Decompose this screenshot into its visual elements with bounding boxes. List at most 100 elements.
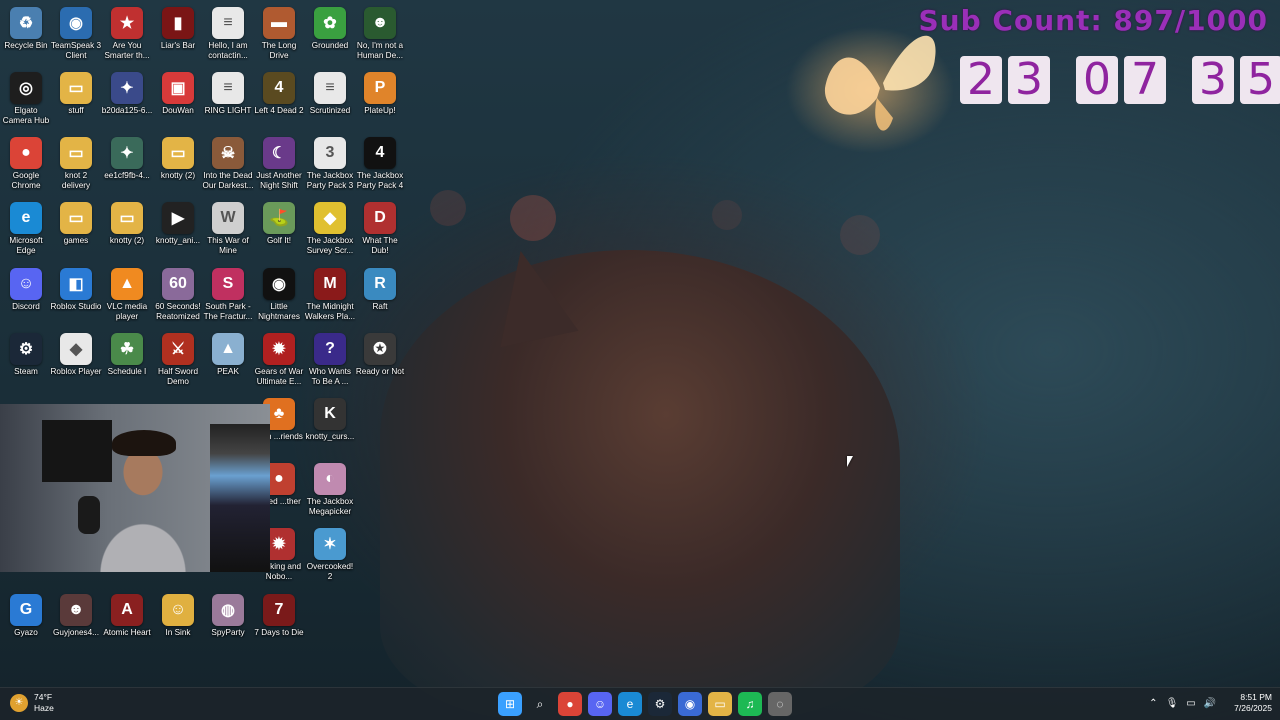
desktop-icon[interactable]: ⛳ Golf It!	[253, 199, 305, 263]
game-icon: ☻	[364, 7, 396, 39]
desktop-icon[interactable]: ☺ In Sink	[152, 591, 204, 655]
desktop-icon[interactable]: ⚔ Half Sword Demo	[152, 330, 204, 394]
start-button[interactable]: ⊞	[498, 692, 522, 716]
desktop-icon[interactable]: ▲ VLC media player	[101, 265, 153, 329]
game-icon: ▮	[162, 7, 194, 39]
edge-icon[interactable]: e	[618, 692, 642, 716]
desktop-icon[interactable]: G Gyazo	[0, 591, 52, 655]
desktop-icon[interactable]: ≡ Scrutinized	[304, 69, 356, 133]
desktop-icon-label: Atomic Heart	[103, 628, 151, 637]
desktop-icon[interactable]: ◧ Roblox Studio	[50, 265, 102, 329]
weather-widget[interactable]: ☀ 74°F Haze	[10, 692, 54, 714]
desktop-icon-label: Schedule I	[107, 367, 147, 376]
desktop-icon[interactable]: M The Midnight Walkers Pla...	[304, 265, 356, 329]
desktop-icon[interactable]: ☺ Discord	[0, 265, 52, 329]
clock-date: 7/26/2025	[1234, 703, 1272, 713]
desktop-icon[interactable]: ♻ Recycle Bin	[0, 4, 52, 68]
desktop-icon[interactable]: ✦ ee1cf9fb-4...	[101, 134, 153, 198]
desktop-icon[interactable]: S South Park - The Fractur...	[202, 265, 254, 329]
desktop-icon-label: The Long Drive	[261, 41, 297, 60]
desktop-icon[interactable]: ▭ knot 2 delivery	[50, 134, 102, 198]
desktop-icon[interactable]: A Atomic Heart	[101, 591, 153, 655]
desktop-icon[interactable]: ☾ Just Another Night Shift	[253, 134, 305, 198]
image-icon: K	[314, 398, 346, 430]
desktop-icon[interactable]: ▭ stuff	[50, 69, 102, 133]
desktop-icon[interactable]: ☻ Guyjones4...	[50, 591, 102, 655]
desktop-icon[interactable]: ▭ knotty (2)	[152, 134, 204, 198]
desktop-icon-label: Hello, I am contactin...	[208, 41, 248, 60]
desktop-icon[interactable]: ◎ Elgato Camera Hub	[0, 69, 52, 133]
desktop-icon[interactable]: ◉ TeamSpeak 3 Client	[50, 4, 102, 68]
desktop-icon[interactable]: ⚙ Steam	[0, 330, 52, 394]
desktop-icon[interactable]: 4 The Jackbox Party Pack 4	[354, 134, 406, 198]
desktop-icon[interactable]: Kknotty_curs...	[304, 395, 356, 459]
desktop-icon[interactable]: ? Who Wants To Be A ...	[304, 330, 356, 394]
desktop-icon-label: 60 Seconds! Reatomized	[155, 302, 201, 321]
desktop-icon[interactable]: ≡ RING LIGHT	[202, 69, 254, 133]
desktop-icon-label: knotty_curs...	[305, 432, 355, 441]
desktop-icon[interactable]: ▭ games	[50, 199, 102, 263]
steam-icon[interactable]: ⚙	[648, 692, 672, 716]
timer-digit: 3	[1192, 56, 1234, 104]
desktop-icon[interactable]: 60 60 Seconds! Reatomized	[152, 265, 204, 329]
chrome-icon[interactable]: ●	[558, 692, 582, 716]
desktop-icon[interactable]: ◐ The Jackbox Megapicker	[304, 460, 356, 524]
desktop-icon[interactable]: ▬ The Long Drive	[253, 4, 305, 68]
network-icon[interactable]: ▭	[1186, 698, 1195, 709]
microphone-icon[interactable]: 🎙	[1166, 698, 1179, 709]
desktop-icon[interactable]: ▮ Liar's Bar	[152, 4, 204, 68]
desktop-icon[interactable]: ✪ Ready or Not	[354, 330, 406, 394]
desktop-icon-label: What The Dub!	[362, 236, 398, 255]
desktop-icon[interactable]: ◍ SpyParty	[202, 591, 254, 655]
chevron-up-icon[interactable]: ⌃	[1149, 698, 1157, 709]
desktop-icon[interactable]: ☠ Into the Dead Our Darkest...	[202, 134, 254, 198]
desktop-icon[interactable]: ≡ Hello, I am contactin...	[202, 4, 254, 68]
desktop-icon[interactable]: e Microsoft Edge	[0, 199, 52, 263]
discord-icon: ☺	[10, 268, 42, 300]
app-icon[interactable]: ◉	[678, 692, 702, 716]
desktop-icon[interactable]: ☘ Schedule I	[101, 330, 153, 394]
desktop-icon[interactable]: ▲ PEAK	[202, 330, 254, 394]
desktop-icon[interactable]: ▭ knotty (2)	[101, 199, 153, 263]
volume-icon[interactable]: 🔊	[1204, 698, 1216, 709]
search-icon[interactable]: ⌕	[528, 692, 552, 716]
timer-digit: 0	[1076, 56, 1118, 104]
desktop-icon-label: South Park - The Fractur...	[203, 302, 253, 321]
desktop-icon[interactable]: 7 7 Days to Die	[253, 591, 305, 655]
vlc-icon: ▲	[111, 268, 143, 300]
desktop-icon[interactable]: W This War of Mine	[202, 199, 254, 263]
desktop-icon[interactable]: ◆ Roblox Player	[50, 330, 102, 394]
desktop-icon[interactable]: R Raft	[354, 265, 406, 329]
desktop-icon[interactable]: 3 The Jackbox Party Pack 3	[304, 134, 356, 198]
system-tray: ⌃ 🎙 ▭ 🔊 8:51 PM 7/26/2025	[1149, 692, 1272, 714]
desktop-icon[interactable]: ◉ Little Nightmares	[253, 265, 305, 329]
desktop-icon[interactable]: ✿ Grounded	[304, 4, 356, 68]
app-icon[interactable]: ◌	[768, 692, 792, 716]
folder-icon: ▭	[111, 202, 143, 234]
game-icon: P	[364, 72, 396, 104]
desktop-icon-label: knotty (2)	[109, 236, 145, 245]
desktop-icon[interactable]: P PlateUp!	[354, 69, 406, 133]
desktop-icon[interactable]: ▶ knotty_ani...	[152, 199, 204, 263]
desktop-icon-label: stuff	[68, 106, 84, 115]
desktop-icon[interactable]: ● Google Chrome	[0, 134, 52, 198]
timer-digit: 7	[1124, 56, 1166, 104]
desktop-icon[interactable]: D What The Dub!	[354, 199, 406, 263]
game-icon: 4	[364, 137, 396, 169]
desktop-icon[interactable]: ◆ The Jackbox Survey Scr...	[304, 199, 356, 263]
webcam-person-hair	[112, 430, 176, 456]
system-clock[interactable]: 8:51 PM 7/26/2025	[1234, 692, 1272, 714]
file-explorer-icon[interactable]: ▭	[708, 692, 732, 716]
bokeh-light	[840, 215, 880, 255]
discord-icon[interactable]: ☺	[588, 692, 612, 716]
desktop-icon[interactable]: ✶ Overcooked! 2	[304, 525, 356, 589]
desktop-icon[interactable]: ▣ DouWan	[152, 69, 204, 133]
weather-description: Haze	[34, 703, 54, 713]
spotify-icon[interactable]: ♫	[738, 692, 762, 716]
desktop-icon[interactable]: ✦ b20da125-6...	[101, 69, 153, 133]
desktop-icon[interactable]: ★ Are You Smarter th...	[101, 4, 153, 68]
desktop-icon[interactable]: ☻ No, I'm not a Human De...	[354, 4, 406, 68]
desktop-icon-label: ee1cf9fb-4...	[104, 171, 150, 180]
desktop-icon[interactable]: ✹ Gears of War Ultimate E...	[253, 330, 305, 394]
desktop-icon[interactable]: 4 Left 4 Dead 2	[253, 69, 305, 133]
